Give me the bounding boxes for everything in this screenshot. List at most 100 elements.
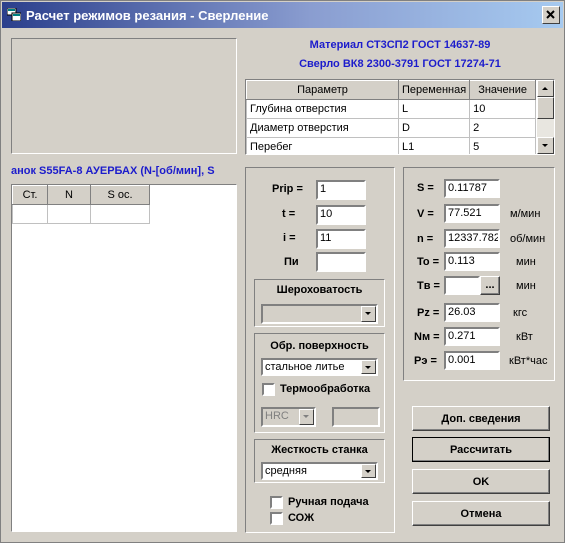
coolant-checkbox[interactable] bbox=[270, 512, 283, 525]
i-input[interactable]: 11 bbox=[316, 229, 366, 249]
s-output[interactable]: 0.11787 bbox=[444, 179, 500, 198]
rigidity-group: Жесткость станка средняя bbox=[254, 439, 385, 483]
machine-label: анок S55FA-8 АУЕРБАХ (N-[об/мин], S bbox=[11, 165, 215, 177]
v-output[interactable]: 77.521 bbox=[444, 204, 500, 223]
table-row[interactable]: Диаметр отверстия D 2 bbox=[246, 118, 536, 138]
params-scrollbar[interactable] bbox=[537, 80, 554, 154]
column-header[interactable]: N bbox=[47, 185, 91, 205]
close-button[interactable] bbox=[542, 6, 560, 24]
surface-group: Обр. поверхность стальное литье Термообр… bbox=[254, 333, 385, 433]
speed-table[interactable]: Ст. N S ос. bbox=[11, 184, 237, 532]
roughness-title: Шероховатость bbox=[276, 284, 363, 296]
table-cell[interactable]: Перебег bbox=[246, 137, 399, 154]
speed-table-header: Ст. N S ос. bbox=[12, 185, 150, 205]
table-cell[interactable]: Глубина отверстия bbox=[246, 99, 399, 119]
tv-output[interactable] bbox=[444, 276, 480, 295]
v-unit: м/мин bbox=[510, 208, 541, 220]
dialog-window: Расчет режимов резания - Сверление Матер… bbox=[0, 0, 565, 543]
window-title: Расчет режимов резания - Сверление bbox=[26, 8, 269, 23]
prip-label: Prip = bbox=[272, 183, 303, 195]
table-cell[interactable]: 2 bbox=[469, 118, 536, 138]
n-output[interactable]: 12337.782 bbox=[444, 229, 500, 248]
close-icon bbox=[546, 10, 555, 19]
table-row[interactable]: Глубина отверстия L 10 bbox=[246, 99, 536, 119]
tv-label: Tв = bbox=[417, 280, 440, 292]
preview-area bbox=[11, 38, 237, 154]
chevron-down-icon bbox=[365, 312, 371, 315]
ok-button[interactable]: OK bbox=[412, 469, 550, 494]
scroll-up-button[interactable] bbox=[537, 80, 554, 97]
chevron-down-icon bbox=[365, 366, 371, 369]
dropdown-button[interactable] bbox=[361, 306, 376, 322]
i-label: i = bbox=[283, 232, 296, 244]
input-panel: Prip = 1 t = 10 i = 11 Пи Шероховатость … bbox=[245, 167, 395, 533]
chevron-down-icon bbox=[303, 415, 309, 418]
app-icon bbox=[7, 8, 21, 21]
column-header[interactable]: Переменная bbox=[397, 80, 471, 100]
tv-unit: мин bbox=[516, 280, 536, 292]
pe-label: Pэ = bbox=[414, 355, 437, 367]
table-row[interactable]: Перебег L1 5 bbox=[246, 137, 536, 154]
params-table-header: Параметр Переменная Значение bbox=[246, 80, 536, 100]
rigidity-select[interactable]: средняя bbox=[261, 462, 378, 480]
pz-output[interactable]: 26.03 bbox=[444, 303, 500, 322]
surface-value: стальное литье bbox=[265, 361, 345, 373]
to-unit: мин bbox=[516, 256, 536, 268]
pe-output[interactable]: 0.001 bbox=[444, 351, 500, 370]
table-cell[interactable] bbox=[47, 204, 91, 224]
rigidity-title: Жесткость станка bbox=[271, 444, 368, 456]
roughness-select[interactable] bbox=[261, 304, 378, 324]
table-cell[interactable]: 5 bbox=[469, 137, 536, 154]
manual-feed-checkbox[interactable] bbox=[270, 496, 283, 509]
prip-input[interactable]: 1 bbox=[316, 180, 366, 200]
column-header[interactable]: Параметр bbox=[246, 80, 399, 100]
table-cell[interactable]: D bbox=[397, 118, 471, 138]
hardness-unit-value: HRC bbox=[265, 410, 289, 422]
rigidity-value: средняя bbox=[265, 465, 307, 477]
v-label: V = bbox=[417, 208, 434, 220]
tv-browse-button[interactable]: ... bbox=[480, 276, 500, 295]
pi-input[interactable] bbox=[316, 252, 366, 272]
pz-label: Pz = bbox=[417, 307, 440, 319]
hardness-unit-select[interactable]: HRC bbox=[261, 407, 316, 427]
n-label: n = bbox=[417, 233, 434, 245]
column-header[interactable]: Ст. bbox=[12, 185, 48, 205]
material-label: Материал СТ3СП2 ГОСТ 14637-89 bbox=[309, 39, 491, 51]
surface-select[interactable]: стальное литье bbox=[261, 358, 378, 376]
column-header[interactable]: S ос. bbox=[90, 185, 150, 205]
table-cell[interactable]: Диаметр отверстия bbox=[246, 118, 399, 138]
heat-treatment-checkbox[interactable] bbox=[262, 383, 275, 396]
results-panel: S = 0.11787 V = 77.521 м/мин n = 12337.7… bbox=[403, 167, 555, 381]
dropdown-button[interactable] bbox=[361, 360, 376, 374]
coolant-label: СОЖ bbox=[288, 512, 315, 524]
cancel-button[interactable]: Отмена bbox=[412, 501, 550, 526]
table-cell[interactable]: 10 bbox=[469, 99, 536, 119]
table-row[interactable] bbox=[12, 204, 150, 224]
dropdown-button[interactable] bbox=[361, 464, 376, 478]
nm-output[interactable]: 0.271 bbox=[444, 327, 500, 346]
dropdown-button[interactable] bbox=[299, 409, 314, 425]
s-label: S = bbox=[417, 182, 434, 194]
table-cell[interactable]: L bbox=[397, 99, 471, 119]
n-unit: об/мин bbox=[510, 233, 546, 245]
table-cell[interactable]: L1 bbox=[397, 137, 471, 154]
t-input[interactable]: 10 bbox=[316, 205, 366, 225]
table-cell[interactable] bbox=[90, 204, 150, 224]
scroll-down-button[interactable] bbox=[537, 137, 554, 154]
title-bar: Расчет режимов резания - Сверление bbox=[2, 2, 563, 28]
pi-label: Пи bbox=[284, 256, 299, 268]
extra-info-button[interactable]: Доп. сведения bbox=[412, 406, 550, 431]
to-output[interactable]: 0.113 bbox=[444, 252, 500, 271]
to-label: To = bbox=[417, 256, 440, 268]
calculate-button[interactable]: Рассчитать bbox=[412, 437, 550, 462]
roughness-group: Шероховатость bbox=[254, 279, 385, 327]
hardness-input[interactable] bbox=[332, 407, 380, 427]
heat-treatment-label: Термообработка bbox=[280, 383, 371, 395]
table-cell[interactable] bbox=[12, 204, 48, 224]
nm-label: Nм = bbox=[414, 331, 440, 343]
params-table[interactable]: Параметр Переменная Значение Глубина отв… bbox=[245, 79, 555, 155]
pe-unit: кВт*час bbox=[509, 355, 548, 367]
column-header[interactable]: Значение bbox=[469, 80, 536, 100]
scroll-thumb[interactable] bbox=[537, 97, 554, 119]
chevron-down-icon bbox=[365, 470, 371, 473]
